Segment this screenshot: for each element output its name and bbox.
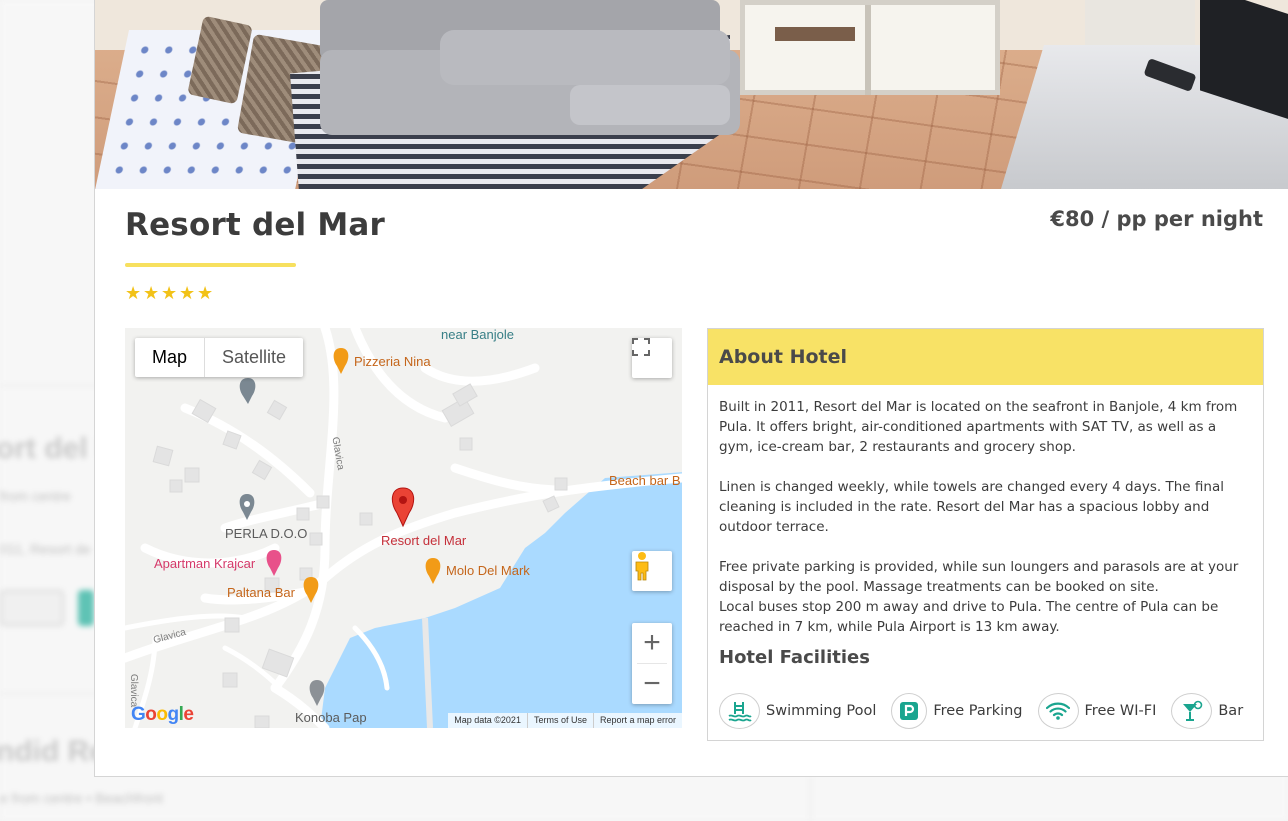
fullscreen-icon bbox=[632, 338, 650, 356]
map-label: Resort del Mar bbox=[381, 533, 467, 548]
star-rating: ★ ★ ★ ★ ★ bbox=[125, 283, 214, 304]
description-paragraph: Built in 2011, Resort del Mar is located… bbox=[719, 399, 1238, 455]
hotel-facilities-title: Hotel Facilities bbox=[719, 647, 870, 668]
star-icon: ★ bbox=[143, 283, 160, 304]
zoom-out-button[interactable]: − bbox=[632, 664, 672, 704]
description-paragraph: Linen is changed weekly, while towels ar… bbox=[719, 479, 1224, 535]
terms-of-use-link[interactable]: Terms of Use bbox=[526, 713, 593, 728]
hotel-name: Resort del Mar bbox=[125, 207, 386, 243]
background-heading: ndid Re bbox=[0, 735, 106, 768]
divider bbox=[810, 777, 811, 821]
fullscreen-button[interactable] bbox=[632, 338, 672, 378]
star-icon: ★ bbox=[197, 283, 214, 304]
star-icon: ★ bbox=[179, 283, 196, 304]
google-logo[interactable]: Google bbox=[131, 704, 194, 726]
facility-label: Free Parking bbox=[933, 703, 1023, 719]
description-paragraph: Free private parking is provided, while … bbox=[719, 559, 1239, 595]
facility-label: Swimming Pool bbox=[766, 703, 877, 719]
map-label: Beach bar B bbox=[609, 473, 681, 488]
map-type-control[interactable]: Map Satellite bbox=[135, 338, 304, 377]
map-label: Pizzeria Nina bbox=[354, 354, 431, 369]
map-label: near Banjole bbox=[441, 328, 514, 342]
zoom-control[interactable]: + − bbox=[632, 623, 672, 704]
map-view-button[interactable]: Map bbox=[135, 338, 206, 377]
star-icon: ★ bbox=[161, 283, 178, 304]
background-button bbox=[78, 590, 94, 626]
zoom-in-button[interactable]: + bbox=[632, 623, 672, 663]
map-label: Apartman Krajcar bbox=[154, 556, 256, 571]
background-snippet: 011, Resort de bbox=[0, 541, 91, 557]
star-icon: ★ bbox=[125, 283, 142, 304]
facility-item: Bar bbox=[1171, 693, 1243, 729]
pegman-icon bbox=[635, 552, 649, 581]
google-map[interactable]: Map Satellite + − near Banjole Pizzeria … bbox=[125, 328, 682, 728]
wifi-icon bbox=[1037, 693, 1079, 729]
report-map-error-link[interactable]: Report a map error bbox=[592, 713, 682, 728]
street-view-button[interactable] bbox=[632, 551, 672, 591]
parking-icon bbox=[891, 693, 928, 729]
price-per-night: €80 / pp per night bbox=[1050, 207, 1263, 231]
map-label: Paltana Bar bbox=[227, 585, 295, 600]
description-paragraph: Local buses stop 200 m away and drive to… bbox=[719, 599, 1219, 635]
map-data-credit: Map data ©2021 bbox=[454, 715, 521, 725]
street-label: Glavica bbox=[128, 673, 140, 708]
hotel-detail-modal: Resort del Mar ★ ★ ★ ★ ★ €80 / pp per ni… bbox=[94, 0, 1288, 777]
background-button bbox=[0, 590, 64, 626]
facility-label: Bar bbox=[1218, 703, 1244, 719]
facility-item: Free WI-FI bbox=[1037, 693, 1157, 729]
hotel-photo bbox=[95, 0, 1288, 189]
map-pin-icon bbox=[391, 487, 415, 528]
satellite-view-button[interactable]: Satellite bbox=[205, 338, 303, 377]
about-hotel-title: About Hotel bbox=[708, 329, 1263, 385]
map-attribution: Map data ©2021 Terms of Use Report a map… bbox=[448, 713, 682, 728]
about-hotel-panel: About Hotel Built in 2011, Resort del Ma… bbox=[707, 328, 1264, 741]
background-subtitle: from centre bbox=[0, 488, 71, 504]
map-label: Konoba Pap bbox=[295, 710, 367, 725]
title-underline bbox=[125, 263, 296, 267]
facility-item: Swimming Pool bbox=[719, 693, 876, 729]
swimming-pool-icon bbox=[719, 693, 760, 729]
cocktail-icon bbox=[1171, 693, 1213, 729]
map-canvas[interactable] bbox=[125, 328, 682, 728]
about-hotel-description: Built in 2011, Resort del Mar is located… bbox=[708, 385, 1263, 637]
map-label: Molo Del Mark bbox=[446, 563, 530, 578]
facility-label: Free WI-FI bbox=[1084, 703, 1157, 719]
background-subtitle: e from centre • Beachfront bbox=[0, 790, 163, 806]
map-label: PERLA D.O.O bbox=[225, 526, 308, 541]
facilities-list: Swimming Pool Free Parking Free WI-FI Ba… bbox=[719, 693, 1243, 729]
facility-item: Free Parking bbox=[891, 693, 1023, 729]
